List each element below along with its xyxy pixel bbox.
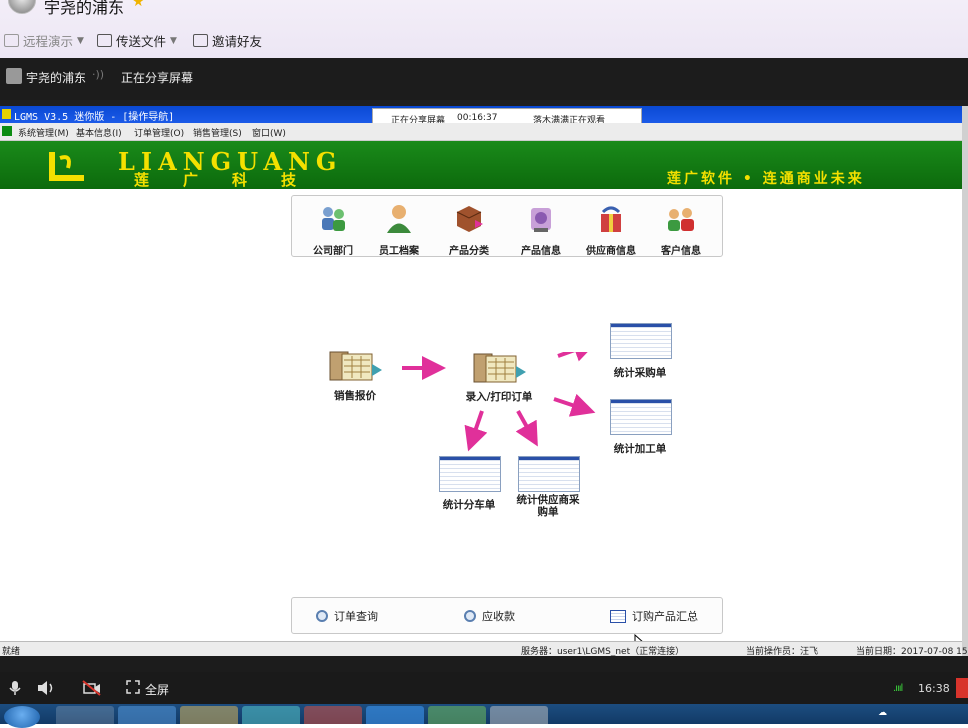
fullscreen-icon[interactable] — [126, 680, 140, 694]
order-query-label: 订单查询 — [334, 610, 378, 623]
order-query-link[interactable]: 订单查询 — [316, 608, 378, 624]
tool-department[interactable]: 公司部门 — [302, 202, 364, 257]
banner-brand-cn: 莲广科技 — [134, 171, 331, 189]
tool-label: 客户信息 — [661, 246, 701, 257]
search-icon — [464, 610, 476, 622]
send-file-button[interactable]: 传送文件 ▼ — [97, 31, 177, 50]
share-control-bar: 全屏 .ıııl 16:38 — [0, 672, 968, 704]
app-title: LGMS V3.5 迷你版 - [操作导航] — [14, 112, 175, 123]
end-share-button[interactable] — [956, 678, 968, 698]
send-file-label: 传送文件 — [116, 34, 167, 49]
product-category-icon — [456, 206, 483, 232]
stat-split-label: 统计分车单 — [442, 499, 496, 511]
taskbar-app-4[interactable] — [242, 706, 300, 724]
invite-icon — [193, 34, 208, 47]
qq-chat-taskbar-icon[interactable] — [490, 706, 548, 724]
speaker-icon[interactable] — [36, 680, 56, 696]
folder-icon[interactable] — [180, 706, 238, 724]
menu-basic-info[interactable]: 基本信息(I) — [76, 126, 122, 139]
share-status: 正在分享屏幕 — [121, 71, 194, 85]
order-summary-link[interactable]: 订购产品汇总 — [610, 608, 698, 624]
menu-window[interactable]: 窗口(W) — [252, 126, 286, 139]
sharer-name: 宇尧的浦东 — [26, 71, 87, 85]
tool-supplier[interactable]: 供应商信息 — [580, 202, 642, 257]
taskbar-app-7[interactable] — [428, 706, 486, 724]
receivables-label: 应收款 — [482, 610, 515, 623]
app-logo-icon — [2, 109, 11, 119]
chevron-down-icon: ▼ — [170, 35, 177, 46]
menu-system[interactable]: 系统管理(M) — [18, 126, 69, 139]
popup-share-time: 00:16:37 — [457, 113, 498, 123]
tool-product-category[interactable]: 产品分类 — [438, 202, 500, 257]
order-summary-label: 订购产品汇总 — [632, 610, 698, 623]
qq-chat-header: 宇尧的浦东 ★ 远程演示 ▼ 传送文件 ▼ 邀请好友 — [0, 0, 968, 59]
table-icon — [610, 609, 626, 623]
screen-share-bar: 宇尧的浦东 ·)) 正在分享屏幕 — [0, 58, 968, 100]
supplier-icon — [601, 206, 621, 232]
menu-bar: 系统管理(M) 基本信息(I) 订单管理(O) 销售管理(S) 窗口(W) — [0, 123, 962, 141]
company-logo-icon — [49, 152, 84, 181]
microphone-icon[interactable] — [8, 680, 22, 696]
menu-logo-icon — [2, 126, 12, 136]
contact-name: 宇尧的浦东 — [44, 0, 125, 17]
fullscreen-button[interactable]: 全屏 — [145, 681, 169, 698]
sharer-avatar — [6, 68, 22, 84]
tool-customer[interactable]: 客户信息 — [650, 202, 712, 257]
audio-wave-icon: ·)) — [92, 68, 105, 81]
divider — [0, 656, 968, 672]
arrow-order-to-process — [553, 393, 596, 417]
chrome-icon[interactable] — [304, 706, 362, 724]
receivables-link[interactable]: 应收款 — [464, 608, 515, 624]
status-bar: 就绪 服务器：user1\LGMS_net（正常连接） 当前操作员：汪飞 当前日… — [0, 641, 968, 657]
invite-label: 邀请好友 — [212, 34, 263, 49]
product-info-icon — [531, 208, 551, 232]
monitor-icon — [4, 34, 19, 47]
flow-arrows — [402, 352, 598, 452]
taskbar-app-1[interactable] — [56, 706, 114, 724]
elapsed-time: 16:38 — [918, 682, 950, 695]
tool-label: 员工档案 — [379, 246, 419, 257]
sales-quote-icon[interactable] — [326, 346, 384, 384]
stat-supplier-label: 统计供应商采购单 — [516, 494, 580, 518]
customer-icon — [668, 208, 694, 231]
tool-product-info[interactable]: 产品信息 — [510, 202, 572, 257]
bottom-links-panel: 订单查询 应收款 订购产品汇总 — [291, 597, 723, 634]
arrow-order-to-split — [464, 410, 488, 452]
tool-label: 公司部门 — [313, 246, 353, 257]
search-icon — [316, 610, 328, 622]
sales-quote-label: 销售报价 — [334, 390, 376, 402]
tool-employee[interactable]: 员工档案 — [368, 202, 430, 257]
quick-toolbox: 公司部门 员工档案 产品分类 产品信息 供应商信息 客户信息 — [291, 195, 723, 257]
remote-demo-label: 远程演示 — [23, 34, 74, 49]
tool-label: 产品分类 — [449, 246, 489, 257]
arrow-order-to-purchase — [557, 352, 598, 362]
start-button[interactable] — [4, 706, 40, 728]
signal-icon: .ıııl — [893, 683, 903, 694]
department-icon — [322, 207, 345, 231]
contact-avatar[interactable] — [8, 0, 36, 14]
chevron-down-icon: ▼ — [77, 35, 84, 46]
banner-slogan: 莲广软件 • 连通商业未来 — [667, 171, 865, 187]
menu-sales[interactable]: 销售管理(S) — [193, 126, 242, 139]
weather-icon: ☁ — [878, 708, 887, 718]
menu-orders[interactable]: 订单管理(O) — [134, 126, 184, 139]
windows-taskbar: ☁ — [0, 704, 968, 728]
remote-demo-button[interactable]: 远程演示 ▼ — [4, 31, 84, 50]
camera-off-icon[interactable] — [82, 680, 102, 696]
ie-browser-icon[interactable] — [118, 706, 176, 724]
tool-label: 产品信息 — [521, 246, 561, 257]
arrow-order-to-supplier — [515, 410, 538, 447]
taskbar-app-6[interactable] — [366, 706, 424, 724]
invite-friend-button[interactable]: 邀请好友 — [193, 31, 262, 50]
tool-label: 供应商信息 — [586, 246, 636, 257]
star-icon: ★ — [132, 0, 145, 10]
file-transfer-icon — [97, 34, 112, 47]
employee-icon — [387, 205, 411, 233]
